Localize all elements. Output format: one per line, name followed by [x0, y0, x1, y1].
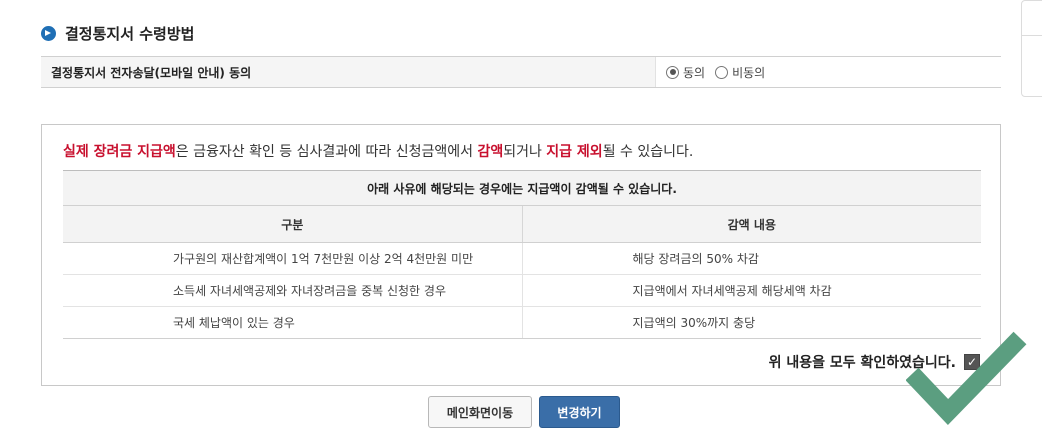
- column-header-category: 구분: [63, 206, 523, 242]
- table-row: 소득세 자녀세액공제와 자녀장려금을 중복 신청한 경우 지급액에서 자녀세액공…: [63, 275, 981, 307]
- notice-text-1: 은 금융자산 확인 등 심사결과에 따라 신청금액에서: [175, 144, 478, 160]
- notice-text-2: 되거나: [503, 144, 547, 160]
- radio-disagree-circle[interactable]: [715, 65, 729, 79]
- table-row: 국세 체납액이 있는 경우 지급액의 30%까지 충당: [63, 307, 981, 338]
- row-detail: 지급액의 30%까지 충당: [632, 316, 756, 330]
- radio-disagree-label: 비동의: [732, 65, 766, 80]
- radio-agree-circle[interactable]: [666, 65, 679, 79]
- row-category: 소득세 자녀세액공제와 자녀장려금을 중복 신청한 경우: [63, 275, 523, 306]
- notice-red-3: 지급 제외: [546, 144, 603, 160]
- consent-label: 결정통지서 전자송달(모바일 안내) 동의: [41, 57, 656, 87]
- notice-text-3: 될 수 있습니다.: [602, 144, 694, 160]
- notice-box: 실제 장려금 지급액은 금융자산 확인 등 심사결과에 따라 신청금액에서 감액…: [41, 124, 1001, 386]
- row-detail: 해당 장려금의 50% 차감: [632, 252, 759, 266]
- radio-agree[interactable]: 동의: [666, 64, 705, 81]
- change-button[interactable]: 변경하기: [539, 396, 620, 428]
- radio-agree-label: 동의: [683, 65, 706, 80]
- consent-options: 동의 비동의: [656, 57, 1001, 87]
- side-panel-fragment: [1021, 0, 1042, 97]
- main-page-button[interactable]: 메인화면이동: [428, 396, 532, 428]
- notice-red-2: 감액: [477, 144, 504, 160]
- section-title-text: 결정통지서 수령방법: [65, 24, 195, 43]
- table-header: 구분 감액 내용: [63, 206, 981, 243]
- confirm-checkbox[interactable]: ✓: [964, 354, 980, 370]
- consent-row: 결정통지서 전자송달(모바일 안내) 동의 동의 비동의: [41, 56, 1001, 88]
- confirm-label: 위 내용을 모두 확인하였습니다.: [768, 355, 956, 371]
- table-row: 가구원의 재산합계액이 1억 7천만원 이상 2억 4천만원 미만 해당 장려금…: [63, 243, 981, 275]
- circle-arrow-icon: [41, 25, 56, 41]
- column-header-detail: 감액 내용: [727, 217, 776, 232]
- reduction-table: 아래 사유에 해당되는 경우에는 지급액이 감액될 수 있습니다. 구분 감액 …: [63, 170, 981, 339]
- notice-red-1: 실제 장려금 지급액: [63, 144, 176, 160]
- row-category: 가구원의 재산합계액이 1억 7천만원 이상 2억 4천만원 미만: [63, 243, 523, 274]
- confirm-row: 위 내용을 모두 확인하였습니다. ✓: [769, 352, 980, 372]
- row-category: 국세 체납액이 있는 경우: [63, 307, 523, 338]
- row-detail: 지급액에서 자녀세액공제 해당세액 차감: [632, 284, 832, 298]
- notice-lead: 실제 장려금 지급액은 금융자산 확인 등 심사결과에 따라 신청금액에서 감액…: [63, 141, 693, 161]
- section-title: 결정통지서 수령방법: [41, 22, 194, 44]
- radio-disagree[interactable]: 비동의: [715, 64, 765, 81]
- table-caption: 아래 사유에 해당되는 경우에는 지급액이 감액될 수 있습니다.: [63, 171, 981, 206]
